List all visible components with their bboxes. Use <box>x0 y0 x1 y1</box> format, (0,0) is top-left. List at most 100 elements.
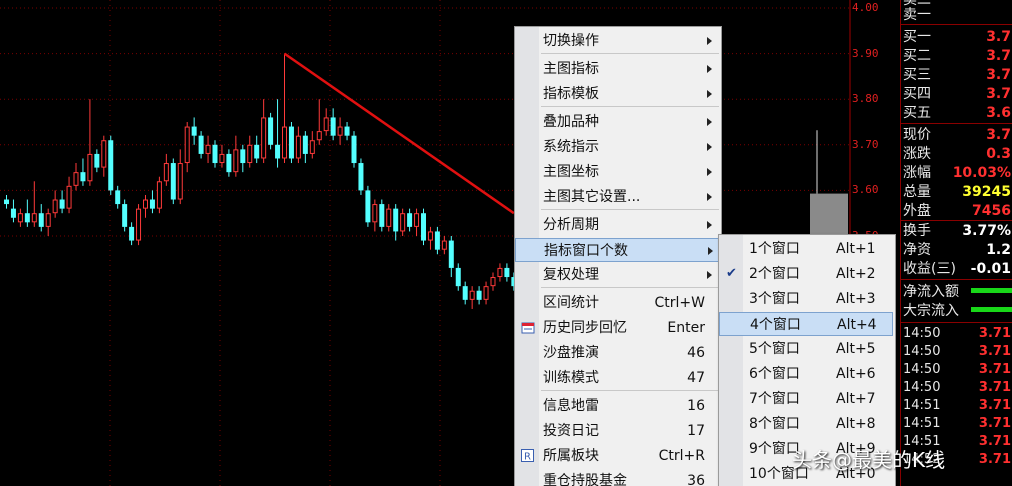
menu-item-label: 所属板块 <box>543 448 599 464</box>
candle-body <box>414 213 420 227</box>
menu-item-12[interactable]: 沙盘推演 46 <box>515 341 719 365</box>
candle-body <box>219 153 225 164</box>
menu-item-label: 指标窗口个数 <box>544 243 628 259</box>
candle-body <box>254 144 260 159</box>
quote-separator <box>901 123 1012 124</box>
candle-body <box>455 267 461 287</box>
menu-item-4[interactable]: 系统指示 <box>515 135 719 159</box>
menu-item-8[interactable]: 指标窗口个数 <box>515 238 719 262</box>
quote-label: 买一 <box>903 29 931 45</box>
menu-item-shortcut: Enter <box>667 320 705 336</box>
menu-item-3[interactable]: 叠加品种 <box>515 110 719 134</box>
submenu-item-6[interactable]: 6个窗口 Alt+6 <box>719 362 893 386</box>
candle-body <box>358 163 364 191</box>
quote-row: 涨幅 10.03% <box>903 164 1012 183</box>
kline-window: 4.003.903.803.703.603.50 卖二卖一买一3.7买二3.7买… <box>0 0 1012 486</box>
menu-item-0[interactable]: 切换操作 <box>515 29 719 53</box>
submenu-arrow-icon <box>707 271 712 279</box>
tick-time: 14:50 <box>903 326 941 341</box>
quote-row: 买一 3.7 <box>903 28 1012 47</box>
submenu-arrow-icon <box>707 65 712 73</box>
menu-item-5[interactable]: 主图坐标 <box>515 160 719 184</box>
candle-body <box>497 267 503 278</box>
submenu-item-3[interactable]: 3个窗口 Alt+3 <box>719 287 893 311</box>
candle-body <box>149 199 155 209</box>
submenu-item-shortcut: Alt+1 <box>836 241 876 257</box>
tick-price: 3.71 <box>978 380 1011 395</box>
menu-item-17[interactable]: 重仓持股基金 36 <box>515 469 719 486</box>
submenu-arrow-icon <box>707 193 712 201</box>
submenu-item-2[interactable]: ✔ 2个窗口 Alt+2 <box>719 262 893 286</box>
submenu-item-7[interactable]: 7个窗口 Alt+7 <box>719 387 893 411</box>
submenu-item-label: 6个窗口 <box>749 366 800 382</box>
submenu-item-shortcut: Alt+4 <box>837 317 877 333</box>
menu-item-shortcut: Ctrl+W <box>654 295 705 311</box>
candle-body <box>462 286 468 300</box>
tick-row: 14:51 3.71 <box>903 396 1012 415</box>
menu-item-label: 投资日记 <box>543 423 599 439</box>
candle-body <box>122 204 128 227</box>
candle-body <box>490 277 496 287</box>
submenu-arrow-icon <box>707 221 712 229</box>
submenu-item-8[interactable]: 8个窗口 Alt+8 <box>719 412 893 436</box>
candle-body <box>45 213 51 227</box>
candle-body <box>115 190 121 205</box>
menu-item-6[interactable]: 主图其它设置... <box>515 185 719 209</box>
quote-row: 卖一 <box>903 6 1012 25</box>
candle-body <box>59 199 65 209</box>
menu-item-16[interactable]: 所属板块 Ctrl+R R <box>515 444 719 468</box>
candle-body <box>129 226 135 241</box>
menu-item-2[interactable]: 指标模板 <box>515 82 719 106</box>
menu-item-label: 区间统计 <box>543 295 599 311</box>
menu-item-9[interactable]: 复权处理 <box>515 263 719 287</box>
candle-body <box>288 126 294 159</box>
candle-body <box>136 208 142 241</box>
menu-separator <box>541 209 719 210</box>
submenu-item-5[interactable]: 5个窗口 Alt+5 <box>719 337 893 361</box>
menu-item-label: 信息地雷 <box>543 398 599 414</box>
menu-item-label: 指标模板 <box>543 86 599 102</box>
menu-item-10[interactable]: 区间统计 Ctrl+W <box>515 291 719 315</box>
menu-item-11[interactable]: 历史同步回忆 Enter <box>515 316 719 340</box>
price-tick-label: 3.70 <box>852 137 879 151</box>
candle-body <box>163 163 169 182</box>
candle-body <box>205 144 211 154</box>
submenu-arrow-icon <box>708 247 713 255</box>
candle-body <box>386 208 392 227</box>
sector-r-icon: R <box>521 449 534 462</box>
svg-text:R: R <box>524 452 531 463</box>
quote-row: 涨跌 0.3 <box>903 145 1012 164</box>
menu-item-label: 主图其它设置... <box>543 189 641 205</box>
menu-separator <box>541 390 719 391</box>
quote-label: 净资 <box>903 242 931 258</box>
menu-item-label: 训练模式 <box>543 370 599 386</box>
menu-item-14[interactable]: 信息地雷 16 <box>515 394 719 418</box>
menu-item-shortcut: 17 <box>687 423 705 439</box>
chart-context-menu: 切换操作主图指标指标模板叠加品种 系统指示 主图坐标主图其它设置... 分析周期指标窗… <box>514 26 722 486</box>
quote-row: 净资 1.2 <box>903 241 1012 260</box>
fund-flow-bar <box>971 307 1012 312</box>
candle-body <box>323 117 329 132</box>
history-replay-icon <box>521 321 535 334</box>
menu-item-7[interactable]: 分析周期 <box>515 213 719 237</box>
tick-price: 3.71 <box>978 362 1011 377</box>
candle-body <box>393 208 399 232</box>
menu-item-13[interactable]: 训练模式 47 <box>515 366 719 390</box>
quote-value: -0.01 <box>970 261 1011 277</box>
checkmark-icon: ✔ <box>726 266 737 281</box>
price-tick-label: 4.00 <box>852 1 879 14</box>
menu-separator <box>541 106 719 107</box>
submenu-item-4[interactable]: 4个窗口 Alt+4 <box>719 312 893 336</box>
quote-separator <box>901 24 1012 25</box>
tick-price: 3.71 <box>978 326 1011 341</box>
tick-time: 14:50 <box>903 380 941 395</box>
candle-body <box>434 231 440 250</box>
watermark-name: 最美的K线 <box>852 448 946 472</box>
menu-item-15[interactable]: 投资日记 17 <box>515 419 719 443</box>
candle-body <box>4 199 9 205</box>
candle-body <box>24 213 30 223</box>
submenu-item-1[interactable]: 1个窗口 Alt+1 <box>719 237 893 261</box>
candle-body <box>295 135 301 159</box>
menu-item-1[interactable]: 主图指标 <box>515 57 719 81</box>
submenu-item-label: 4个窗口 <box>750 317 801 333</box>
